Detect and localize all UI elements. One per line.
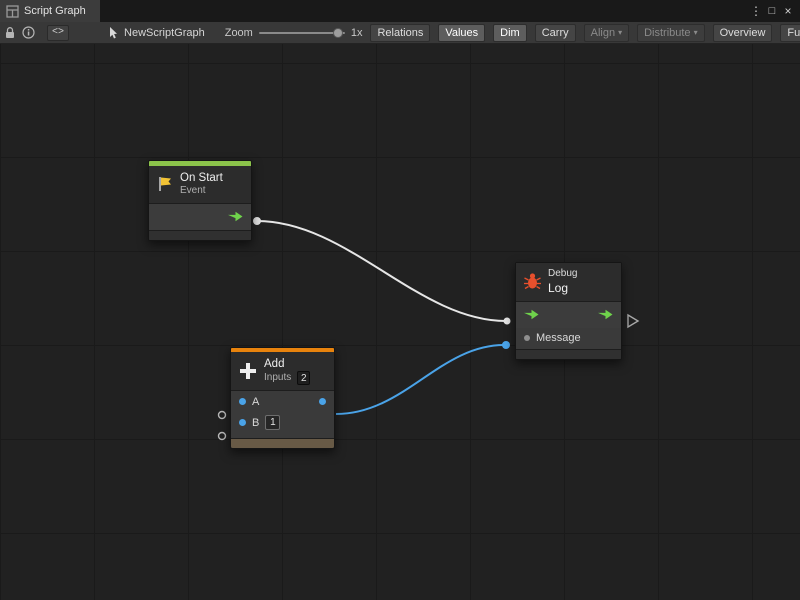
align-label: Align [591,27,615,39]
add-node-footer [231,438,334,448]
port-a-dot[interactable] [239,398,246,405]
inputs-count-stepper[interactable]: 2 [297,371,310,385]
port-row-b: B [231,412,334,433]
message-port-row: Message [516,328,621,349]
graph-name-label: NewScriptGraph [124,27,205,39]
on-start-title: On Start [180,171,223,185]
info-icon[interactable] [22,25,35,41]
on-start-flow-row [149,204,251,230]
flow-arrow-in-icon[interactable] [524,309,539,320]
inputs-label: Inputs [264,372,291,385]
titlebar-controls: ⋮ □ × [748,0,800,22]
flow-arrow-icon[interactable] [228,211,243,222]
code-view-icon[interactable]: <> [47,25,69,41]
port-row-a: A [231,391,334,412]
toolbar-button-relations[interactable]: Relations [370,24,430,42]
titlebar: Script Graph ⋮ □ × [0,0,800,22]
on-start-header: On Start Event [149,166,251,203]
toolbar-button-distribute[interactable]: Distribute ▾ [637,24,704,42]
zoom-value: 1x [351,27,363,39]
log-message-input-port[interactable] [502,341,510,349]
node-add[interactable]: Add Inputs 2 A B [230,347,335,449]
flag-icon [156,175,174,193]
bug-icon [523,272,542,291]
node-footer [516,349,621,359]
log-flow-row [516,302,621,328]
wire-add-to-message[interactable] [336,345,504,414]
add-title: Add [264,357,310,371]
toolbar-button-dim[interactable]: Dim [493,24,527,42]
message-port-label: Message [536,332,581,344]
port-a-label: A [252,396,259,408]
log-flow-input-port[interactable] [504,318,511,325]
toolbar-button-carry[interactable]: Carry [535,24,576,42]
port-b-value-field[interactable] [265,415,280,430]
add-input-b-port[interactable] [219,433,226,440]
toolbar-button-align[interactable]: Align ▾ [584,24,629,42]
port-b-dot[interactable] [239,419,246,426]
cursor-icon [109,27,119,39]
window-menu-icon[interactable]: ⋮ [748,0,764,22]
script-graph-window: Script Graph ⋮ □ × <> [0,0,800,600]
graph-canvas[interactable]: On Start Event [0,44,800,600]
zoom-control: Zoom 1x [225,27,363,39]
toolbar-button-values[interactable]: Values [438,24,485,42]
graph-breadcrumb[interactable]: NewScriptGraph [109,27,205,39]
add-input-a-port[interactable] [219,412,226,419]
toolbar-button-overview[interactable]: Overview [713,24,773,42]
debug-log-header: Debug Log [516,263,621,301]
maximize-icon[interactable]: □ [764,0,780,22]
toolbar: <> NewScriptGraph Zoom 1x Relations Valu… [0,22,800,44]
connection-wires [0,44,800,600]
close-icon[interactable]: × [780,0,796,22]
plus-icon [238,361,258,381]
wire-onstart-to-log[interactable] [257,221,506,321]
log-flow-output-port[interactable] [628,315,638,327]
add-result-output-dot[interactable] [319,398,326,405]
dropdown-arrow-icon: ▾ [694,28,698,37]
distribute-label: Distribute [644,27,690,39]
zoom-slider[interactable] [259,32,345,34]
tab-script-graph[interactable]: Script Graph [0,0,100,22]
tab-title: Script Graph [24,5,86,17]
script-graph-icon [6,5,19,18]
toolbar-button-fullscreen[interactable]: Full S [780,24,800,42]
dropdown-arrow-icon: ▾ [618,28,622,37]
message-port-dot[interactable] [524,335,530,341]
onstart-output-port[interactable] [253,217,261,225]
node-footer [149,230,251,240]
port-b-label: B [252,417,259,429]
flow-arrow-out-icon[interactable] [598,309,613,320]
log-method-label: Log [548,281,577,296]
add-header: Add Inputs 2 [231,352,334,390]
debug-class-label: Debug [548,268,577,281]
node-on-start[interactable]: On Start Event [148,160,252,241]
node-debug-log[interactable]: Debug Log Message [515,262,622,360]
on-start-subtitle: Event [180,185,223,198]
lock-icon[interactable] [4,25,16,41]
zoom-label: Zoom [225,27,253,39]
zoom-slider-handle[interactable] [333,28,343,38]
